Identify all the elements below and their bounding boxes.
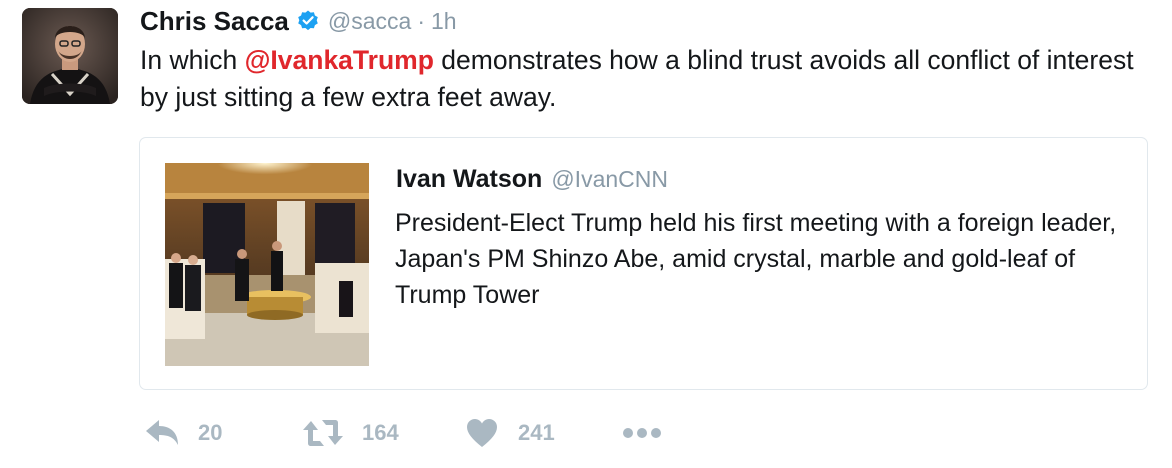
tweet-text-before: In which xyxy=(140,45,245,75)
tweet-timestamp[interactable]: 1h xyxy=(431,8,457,35)
author-name[interactable]: Chris Sacca xyxy=(140,6,289,37)
quoted-tweet-text: President-Elect Trump held his first mee… xyxy=(395,209,1117,309)
reply-icon xyxy=(144,418,180,448)
avatar[interactable] xyxy=(22,8,118,104)
reply-button[interactable]: 20 xyxy=(144,413,222,453)
tweet-text: In which @IvankaTrump demonstrates how a… xyxy=(140,42,1150,116)
reply-count: 20 xyxy=(198,420,223,445)
author-handle[interactable]: @sacca xyxy=(328,8,411,35)
heart-icon xyxy=(466,418,498,448)
quoted-tweet-card[interactable]: Ivan Watson @IvanCNN President-Elect Tru… xyxy=(139,137,1148,390)
retweet-count: 164 xyxy=(362,420,399,445)
tweet-header: Chris Sacca @sacca · 1h xyxy=(140,4,457,38)
retweet-button[interactable]: 164 xyxy=(302,413,399,453)
quoted-author-name[interactable]: Ivan Watson xyxy=(396,165,542,194)
mention-link[interactable]: @IvankaTrump xyxy=(245,45,434,75)
avatar-photo xyxy=(22,8,118,104)
quoted-author-handle[interactable]: @IvanCNN xyxy=(551,166,668,193)
verified-badge-icon xyxy=(296,9,320,33)
header-separator: · xyxy=(417,7,425,34)
retweet-icon xyxy=(302,419,344,447)
quoted-tweet-image[interactable] xyxy=(165,163,369,366)
quoted-tweet-header: Ivan Watson @IvanCNN xyxy=(396,165,668,194)
like-button[interactable]: 241 xyxy=(466,413,555,453)
more-button[interactable] xyxy=(622,413,662,453)
more-icon xyxy=(622,427,662,439)
like-count: 241 xyxy=(518,420,555,445)
